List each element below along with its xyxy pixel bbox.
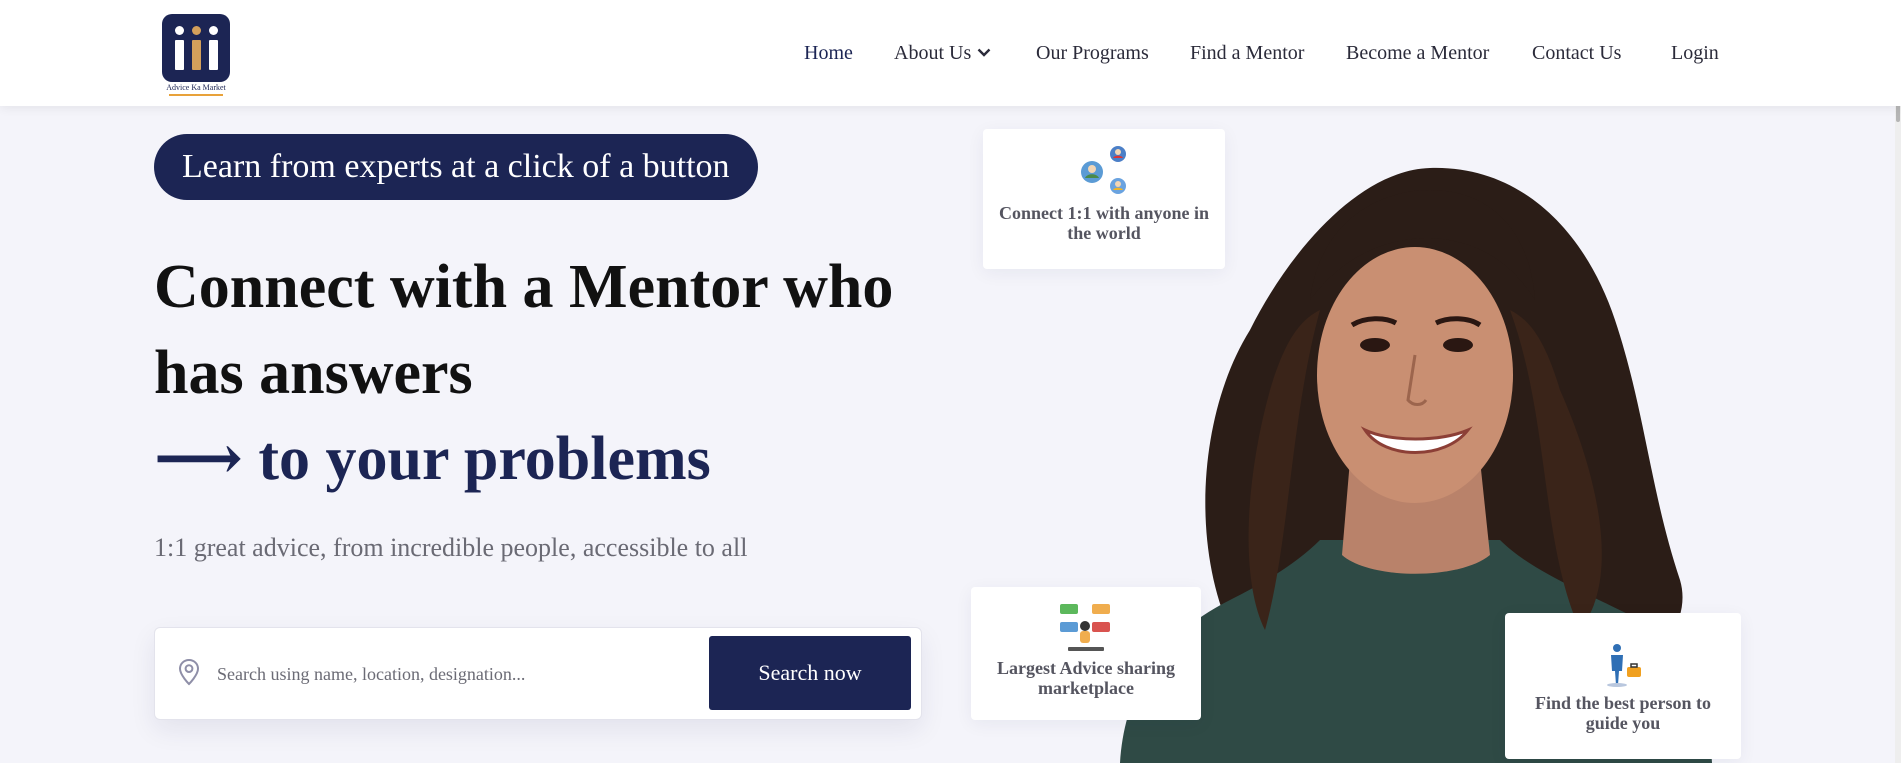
- headline-line-3: ⟶ to your problems: [154, 425, 711, 493]
- search-input[interactable]: [215, 652, 699, 696]
- nav-find-a-mentor-label: Find a Mentor: [1190, 42, 1305, 64]
- headline-line-2: has answers: [154, 339, 473, 407]
- tagline-pill: Learn from experts at a click of a butto…: [154, 134, 758, 200]
- nav-about-us[interactable]: About Us: [894, 40, 991, 66]
- nav-our-programs-label: Our Programs: [1036, 42, 1149, 64]
- logo-underline: [169, 94, 223, 96]
- nav-contact-us[interactable]: Contact Us: [1532, 40, 1621, 66]
- chevron-down-icon: [977, 48, 991, 57]
- location-pin-icon: [178, 658, 200, 686]
- search-now-button[interactable]: Search now: [709, 636, 911, 710]
- logo-mark: [162, 14, 230, 82]
- nav-home[interactable]: Home: [804, 40, 853, 66]
- card-marketplace-text: Largest Advice sharing marketplace: [997, 658, 1175, 698]
- nav-login-label: Login: [1671, 42, 1719, 64]
- feature-card-guide: Find the best person to guide you: [1505, 613, 1741, 759]
- card-guide-text: Find the best person to guide you: [1534, 693, 1711, 733]
- chat-bubbles-icon: [1060, 604, 1110, 651]
- hero-subtext: 1:1 great advice, from incredible people…: [154, 533, 748, 562]
- feature-card-connect: Connect 1:1 with anyone in the world: [983, 129, 1225, 269]
- logo-text: Advice Ka Market: [166, 83, 226, 92]
- nav-our-programs[interactable]: Our Programs: [1036, 40, 1149, 66]
- people-network-icon: [1081, 146, 1126, 194]
- page-scrollbar[interactable]: [1895, 0, 1901, 763]
- nav-home-label: Home: [804, 42, 853, 64]
- person-briefcase-icon: [1607, 644, 1641, 687]
- hero-headline: Connect with a Mentor who has answers ⟶ …: [154, 244, 974, 502]
- site-header: Advice Ka Market Home About Us Our Progr…: [0, 0, 1901, 106]
- card-connect-text: Connect 1:1 with anyone in the world: [998, 203, 1209, 243]
- nav-login[interactable]: Login: [1671, 40, 1719, 66]
- feature-card-marketplace: Largest Advice sharing marketplace: [971, 587, 1201, 720]
- main-nav: Home About Us Our Programs Find a Mentor…: [780, 0, 1721, 106]
- nav-become-a-mentor[interactable]: Become a Mentor: [1346, 40, 1489, 66]
- nav-contact-us-label: Contact Us: [1532, 42, 1622, 64]
- nav-about-us-label: About Us: [894, 42, 972, 64]
- nav-find-a-mentor[interactable]: Find a Mentor: [1190, 40, 1304, 66]
- search-bar: Search now: [154, 627, 922, 720]
- brand-logo[interactable]: Advice Ka Market: [161, 14, 231, 96]
- nav-become-a-mentor-label: Become a Mentor: [1346, 42, 1490, 64]
- headline-line-1: Connect with a Mentor who: [154, 253, 894, 321]
